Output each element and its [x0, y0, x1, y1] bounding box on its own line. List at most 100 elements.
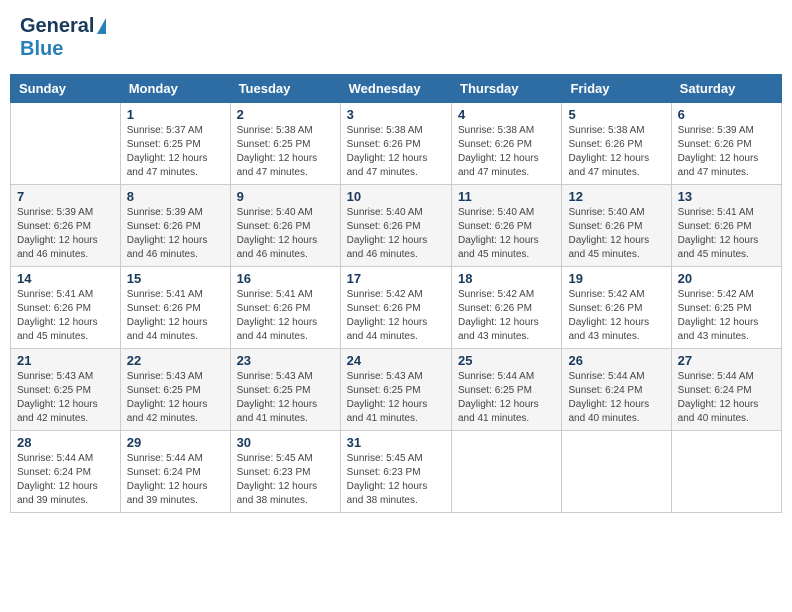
calendar-cell: 23 Sunrise: 5:43 AM Sunset: 6:25 PM Dayli… [230, 349, 340, 431]
day-info: Sunrise: 5:41 AM Sunset: 6:26 PM Dayligh… [127, 288, 224, 344]
calendar-week-row: 14 Sunrise: 5:41 AM Sunset: 6:26 PM Dayli… [11, 267, 782, 349]
calendar-cell: 15 Sunrise: 5:41 AM Sunset: 6:26 PM Dayli… [120, 267, 230, 349]
day-info: Sunrise: 5:42 AM Sunset: 6:26 PM Dayligh… [568, 288, 664, 344]
day-number: 23 [237, 353, 334, 368]
day-info: Sunrise: 5:41 AM Sunset: 6:26 PM Dayligh… [237, 288, 334, 344]
calendar-cell: 5 Sunrise: 5:38 AM Sunset: 6:26 PM Daylig… [562, 103, 671, 185]
calendar-cell: 14 Sunrise: 5:41 AM Sunset: 6:26 PM Dayli… [11, 267, 121, 349]
calendar-cell: 8 Sunrise: 5:39 AM Sunset: 6:26 PM Daylig… [120, 185, 230, 267]
day-number: 28 [17, 435, 114, 450]
calendar-cell: 31Sunrise: 5:45 AM Sunset: 6:23 PM Dayli… [340, 431, 451, 513]
calendar-cell: 7 Sunrise: 5:39 AM Sunset: 6:26 PM Daylig… [11, 185, 121, 267]
day-info: Sunrise: 5:43 AM Sunset: 6:25 PM Dayligh… [17, 370, 114, 426]
calendar-cell [671, 431, 781, 513]
day-number: 16 [237, 271, 334, 286]
day-number: 17 [347, 271, 445, 286]
calendar-cell: 11 Sunrise: 5:40 AM Sunset: 6:26 PM Dayli… [452, 185, 562, 267]
calendar-cell: 22Sunrise: 5:43 AM Sunset: 6:25 PM Dayli… [120, 349, 230, 431]
day-info: Sunrise: 5:45 AM Sunset: 6:23 PM Dayligh… [237, 452, 334, 508]
column-header-friday: Friday [562, 75, 671, 103]
day-number: 19 [568, 271, 664, 286]
day-number: 3 [347, 107, 445, 122]
logo-arrow-icon [97, 18, 106, 34]
day-number: 1 [127, 107, 224, 122]
calendar-cell: 6 Sunrise: 5:39 AM Sunset: 6:26 PM Daylig… [671, 103, 781, 185]
day-info: Sunrise: 5:40 AM Sunset: 6:26 PM Dayligh… [237, 206, 334, 262]
calendar-cell [452, 431, 562, 513]
calendar-cell: 28 Sunrise: 5:44 AM Sunset: 6:24 PM Dayli… [11, 431, 121, 513]
calendar-cell: 4Sunrise: 5:38 AM Sunset: 6:26 PM Daylig… [452, 103, 562, 185]
day-info: Sunrise: 5:43 AM Sunset: 6:25 PM Dayligh… [347, 370, 445, 426]
day-info: Sunrise: 5:39 AM Sunset: 6:26 PM Dayligh… [678, 124, 775, 180]
calendar-week-row: 21 Sunrise: 5:43 AM Sunset: 6:25 PM Dayli… [11, 349, 782, 431]
day-info: Sunrise: 5:42 AM Sunset: 6:26 PM Dayligh… [458, 288, 555, 344]
calendar-cell: 16 Sunrise: 5:41 AM Sunset: 6:26 PM Dayli… [230, 267, 340, 349]
day-info: Sunrise: 5:44 AM Sunset: 6:24 PM Dayligh… [17, 452, 114, 508]
day-info: Sunrise: 5:41 AM Sunset: 6:26 PM Dayligh… [678, 206, 775, 262]
day-info: Sunrise: 5:44 AM Sunset: 6:24 PM Dayligh… [678, 370, 775, 426]
calendar-cell: 18 Sunrise: 5:42 AM Sunset: 6:26 PM Dayli… [452, 267, 562, 349]
day-number: 8 [127, 189, 224, 204]
day-info: Sunrise: 5:38 AM Sunset: 6:26 PM Dayligh… [347, 124, 445, 180]
day-number: 30 [237, 435, 334, 450]
column-header-saturday: Saturday [671, 75, 781, 103]
column-header-monday: Monday [120, 75, 230, 103]
day-info: Sunrise: 5:43 AM Sunset: 6:25 PM Dayligh… [237, 370, 334, 426]
day-info: Sunrise: 5:44 AM Sunset: 6:25 PM Dayligh… [458, 370, 555, 426]
calendar-cell: 21 Sunrise: 5:43 AM Sunset: 6:25 PM Dayli… [11, 349, 121, 431]
calendar-cell [562, 431, 671, 513]
day-info: Sunrise: 5:39 AM Sunset: 6:26 PM Dayligh… [127, 206, 224, 262]
calendar-cell: 29 Sunrise: 5:44 AM Sunset: 6:24 PM Dayli… [120, 431, 230, 513]
day-number: 11 [458, 189, 555, 204]
calendar-week-row: 1 Sunrise: 5:37 AM Sunset: 6:25 PM Daylig… [11, 103, 782, 185]
calendar-cell: 24 Sunrise: 5:43 AM Sunset: 6:25 PM Dayli… [340, 349, 451, 431]
logo: General Blue [20, 15, 106, 61]
day-number: 5 [568, 107, 664, 122]
day-info: Sunrise: 5:37 AM Sunset: 6:25 PM Dayligh… [127, 124, 224, 180]
calendar-week-row: 7 Sunrise: 5:39 AM Sunset: 6:26 PM Daylig… [11, 185, 782, 267]
calendar-cell: 25Sunrise: 5:44 AM Sunset: 6:25 PM Dayli… [452, 349, 562, 431]
day-info: Sunrise: 5:40 AM Sunset: 6:26 PM Dayligh… [568, 206, 664, 262]
day-info: Sunrise: 5:38 AM Sunset: 6:26 PM Dayligh… [458, 124, 555, 180]
calendar-cell: 12Sunrise: 5:40 AM Sunset: 6:26 PM Dayli… [562, 185, 671, 267]
day-info: Sunrise: 5:38 AM Sunset: 6:26 PM Dayligh… [568, 124, 664, 180]
calendar-cell: 3 Sunrise: 5:38 AM Sunset: 6:26 PM Daylig… [340, 103, 451, 185]
column-header-sunday: Sunday [11, 75, 121, 103]
day-number: 9 [237, 189, 334, 204]
logo-general: General [20, 15, 94, 38]
day-number: 20 [678, 271, 775, 286]
page-header: General Blue [10, 10, 782, 66]
column-header-thursday: Thursday [452, 75, 562, 103]
day-info: Sunrise: 5:40 AM Sunset: 6:26 PM Dayligh… [347, 206, 445, 262]
calendar-cell [11, 103, 121, 185]
logo-blue: Blue [20, 38, 63, 60]
day-info: Sunrise: 5:42 AM Sunset: 6:26 PM Dayligh… [347, 288, 445, 344]
column-header-tuesday: Tuesday [230, 75, 340, 103]
calendar-cell: 1 Sunrise: 5:37 AM Sunset: 6:25 PM Daylig… [120, 103, 230, 185]
day-number: 13 [678, 189, 775, 204]
calendar-cell: 30 Sunrise: 5:45 AM Sunset: 6:23 PM Dayli… [230, 431, 340, 513]
day-number: 14 [17, 271, 114, 286]
calendar-cell: 20Sunrise: 5:42 AM Sunset: 6:25 PM Dayli… [671, 267, 781, 349]
calendar-cell: 10Sunrise: 5:40 AM Sunset: 6:26 PM Dayli… [340, 185, 451, 267]
day-number: 18 [458, 271, 555, 286]
day-number: 29 [127, 435, 224, 450]
calendar-header-row: SundayMondayTuesdayWednesdayThursdayFrid… [11, 75, 782, 103]
day-number: 7 [17, 189, 114, 204]
calendar-cell: 13 Sunrise: 5:41 AM Sunset: 6:26 PM Dayli… [671, 185, 781, 267]
day-number: 27 [678, 353, 775, 368]
day-number: 21 [17, 353, 114, 368]
calendar-table: SundayMondayTuesdayWednesdayThursdayFrid… [10, 74, 782, 513]
day-info: Sunrise: 5:39 AM Sunset: 6:26 PM Dayligh… [17, 206, 114, 262]
day-number: 6 [678, 107, 775, 122]
day-number: 15 [127, 271, 224, 286]
day-number: 24 [347, 353, 445, 368]
calendar-cell: 2 Sunrise: 5:38 AM Sunset: 6:25 PM Daylig… [230, 103, 340, 185]
calendar-cell: 27 Sunrise: 5:44 AM Sunset: 6:24 PM Dayli… [671, 349, 781, 431]
day-info: Sunrise: 5:41 AM Sunset: 6:26 PM Dayligh… [17, 288, 114, 344]
day-number: 26 [568, 353, 664, 368]
day-info: Sunrise: 5:40 AM Sunset: 6:26 PM Dayligh… [458, 206, 555, 262]
day-info: Sunrise: 5:38 AM Sunset: 6:25 PM Dayligh… [237, 124, 334, 180]
day-number: 2 [237, 107, 334, 122]
day-info: Sunrise: 5:44 AM Sunset: 6:24 PM Dayligh… [127, 452, 224, 508]
